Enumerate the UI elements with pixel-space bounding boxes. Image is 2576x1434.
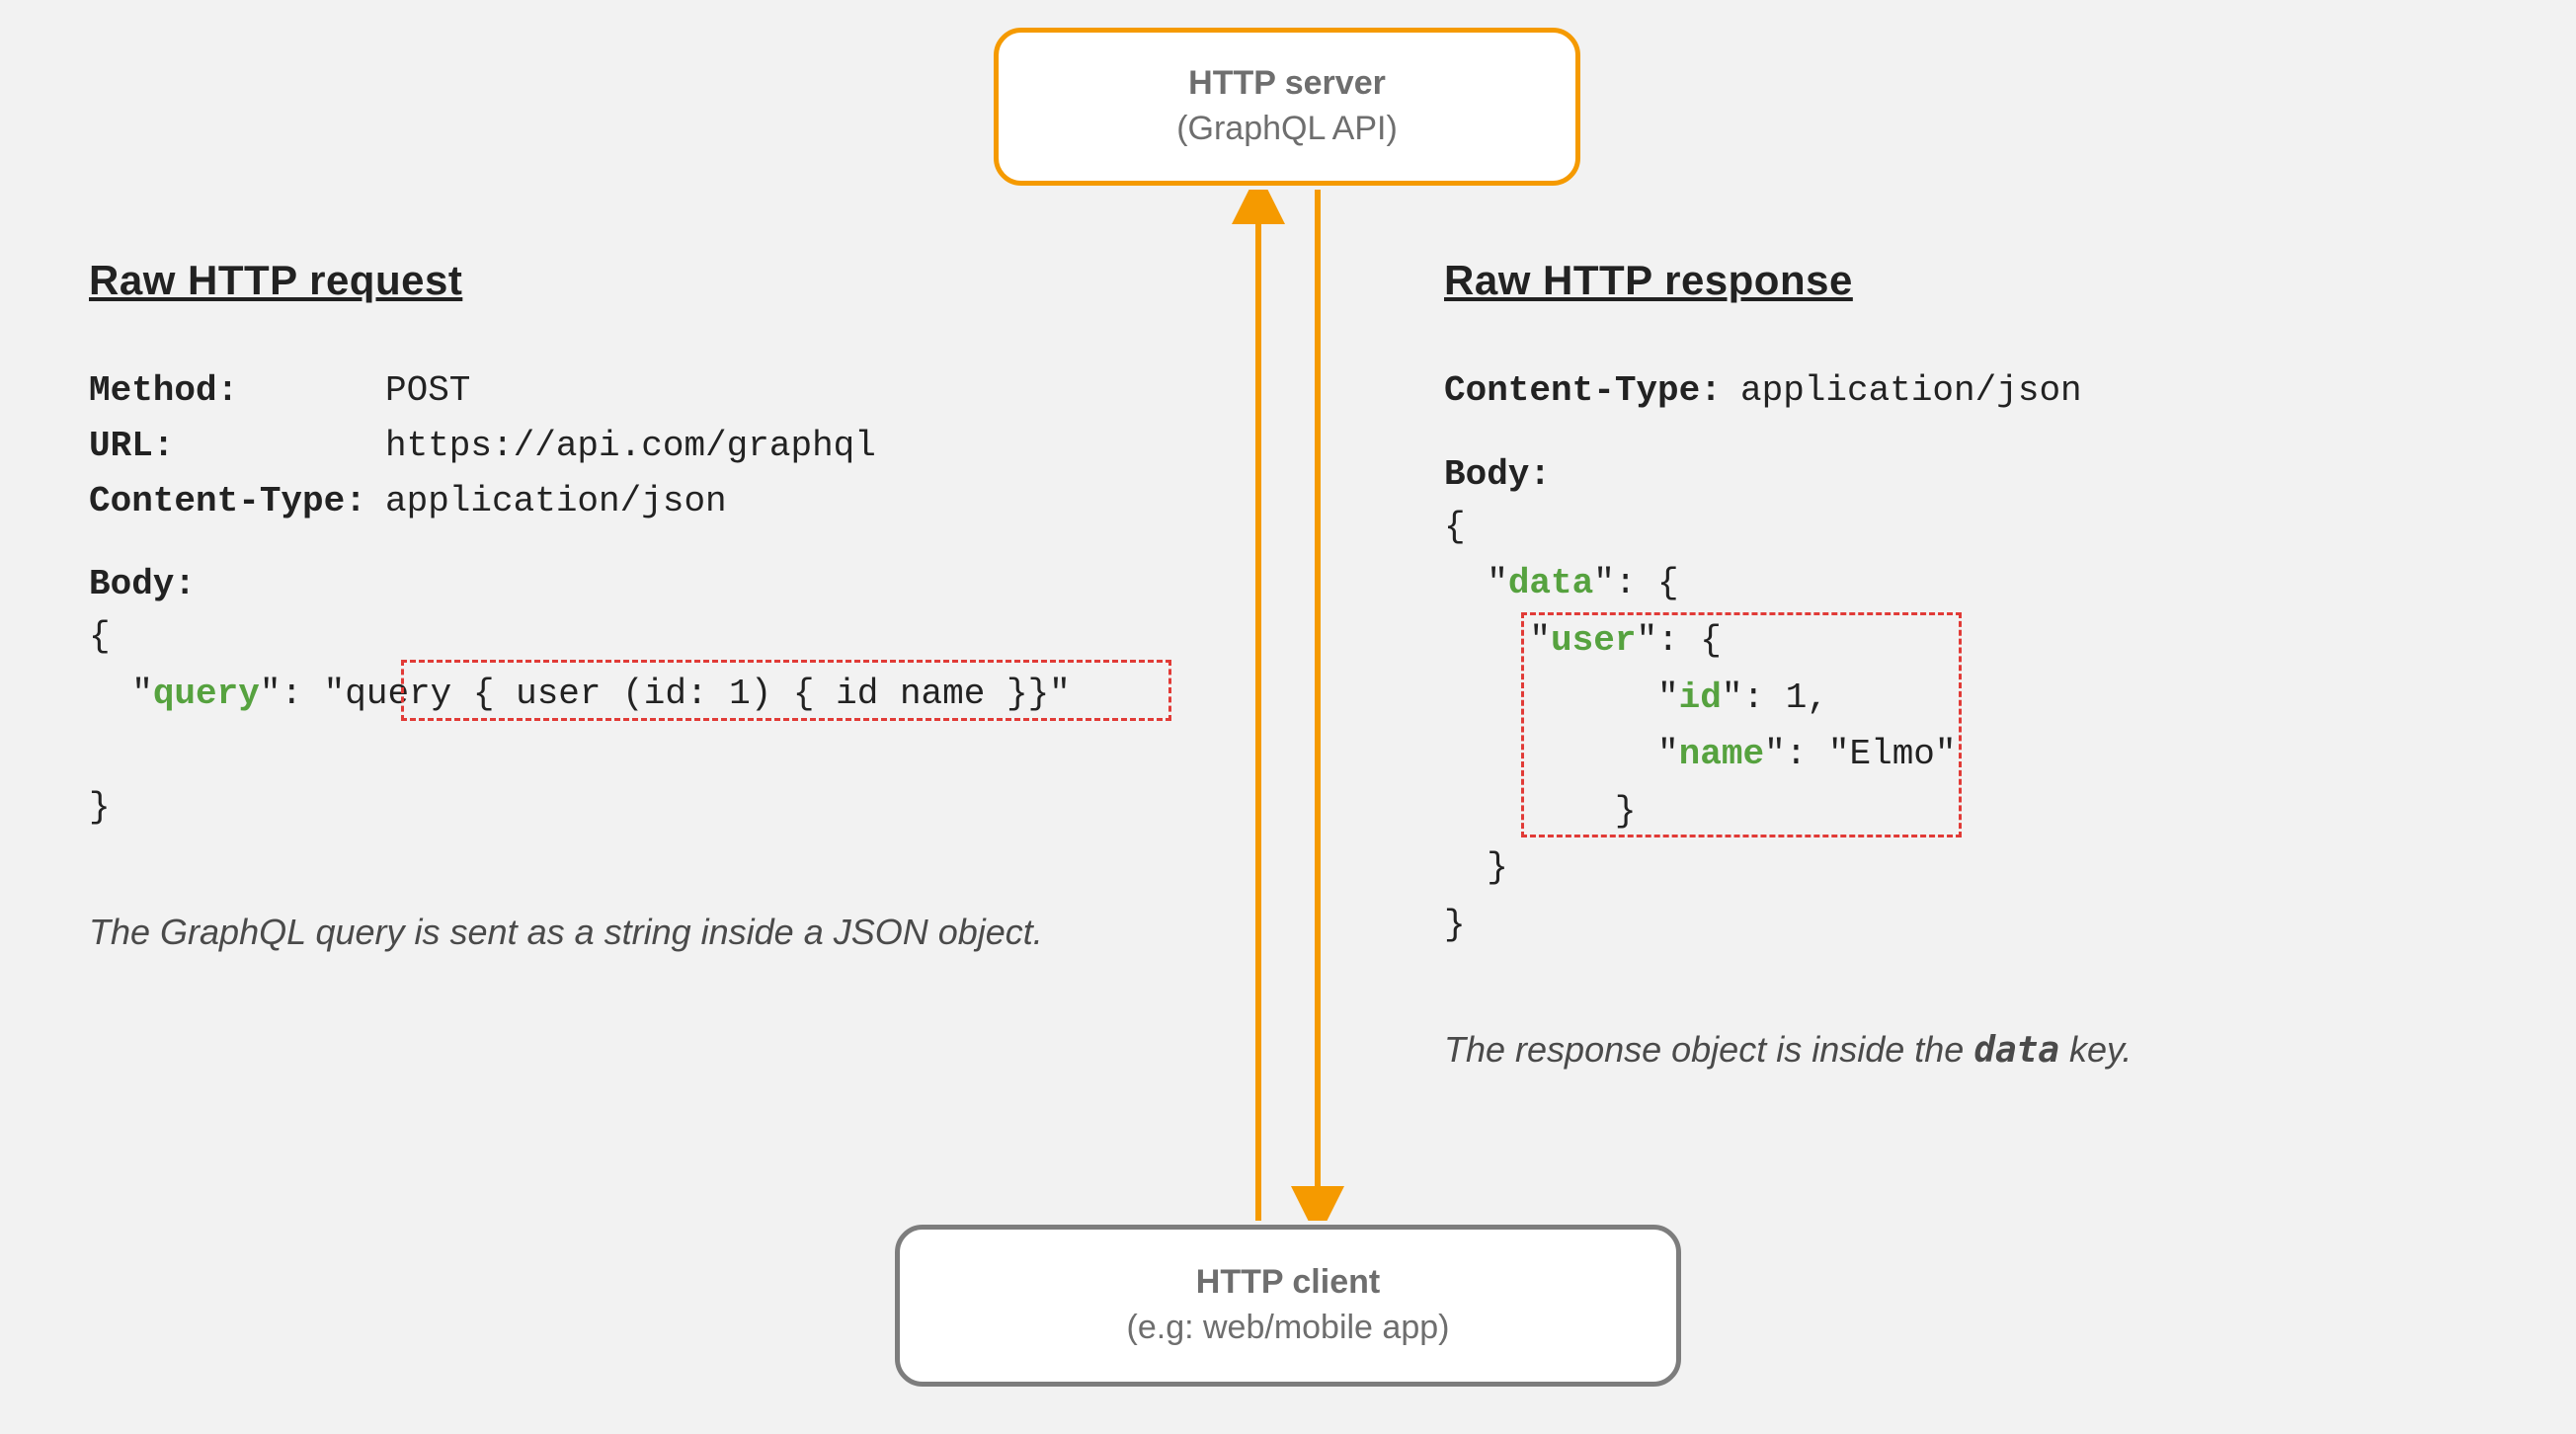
response-ctype-value: application/json (1740, 363, 2082, 419)
server-node: HTTP server (GraphQL API) (994, 28, 1580, 186)
request-caption: The GraphQL query is sent as a string in… (89, 906, 1136, 959)
response-body-code: { "data": { "user": { "id": 1, "name": "… (1444, 499, 2491, 954)
client-subtitle: (e.g: web/mobile app) (1127, 1306, 1450, 1351)
response-caption-before: The response object is inside the (1444, 1029, 1973, 1070)
request-url-label: URL: (89, 419, 385, 474)
response-caption: The response object is inside the data k… (1444, 1023, 2491, 1077)
res-brace-close: } (1444, 905, 1466, 945)
req-json-key: query (153, 674, 260, 714)
request-url-row: URL: https://api.com/graphql (89, 419, 1136, 474)
request-response-arrows (1219, 190, 1357, 1221)
response-highlight-box (1521, 612, 1962, 837)
response-body-label: Body: (1444, 454, 2491, 495)
server-title: HTTP server (1188, 61, 1386, 107)
res-data-key: data (1508, 563, 1593, 603)
response-title: Raw HTTP response (1444, 257, 2491, 304)
request-method-label: Method: (89, 363, 385, 419)
client-node: HTTP client (e.g: web/mobile app) (895, 1225, 1681, 1387)
request-highlight-box (401, 660, 1171, 721)
request-ctype-row: Content-Type: application/json (89, 474, 1136, 529)
response-caption-after: key. (2059, 1029, 2132, 1070)
response-caption-code: data (1973, 1030, 2059, 1071)
request-method-row: Method: POST (89, 363, 1136, 419)
response-ctype-label: Content-Type: (1444, 363, 1740, 419)
request-body-label: Body: (89, 564, 1136, 604)
request-body-code: { "query": "query { user (id: 1) { id na… (89, 608, 1136, 836)
request-ctype-label: Content-Type: (89, 474, 385, 529)
res-brace-open: { (1444, 507, 1466, 547)
request-panel: Raw HTTP request Method: POST URL: https… (89, 257, 1136, 959)
response-ctype-row: Content-Type: application/json (1444, 363, 2491, 419)
response-panel: Raw HTTP response Content-Type: applicat… (1444, 257, 2491, 1077)
req-brace-open: { (89, 616, 111, 657)
request-url-value: https://api.com/graphql (385, 419, 876, 474)
request-method-value: POST (385, 363, 470, 419)
request-ctype-value: application/json (385, 474, 727, 529)
res-data-close: } (1487, 847, 1508, 888)
request-title: Raw HTTP request (89, 257, 1136, 304)
server-subtitle: (GraphQL API) (1176, 107, 1398, 152)
client-title: HTTP client (1196, 1260, 1380, 1306)
req-brace-close: } (89, 787, 111, 828)
